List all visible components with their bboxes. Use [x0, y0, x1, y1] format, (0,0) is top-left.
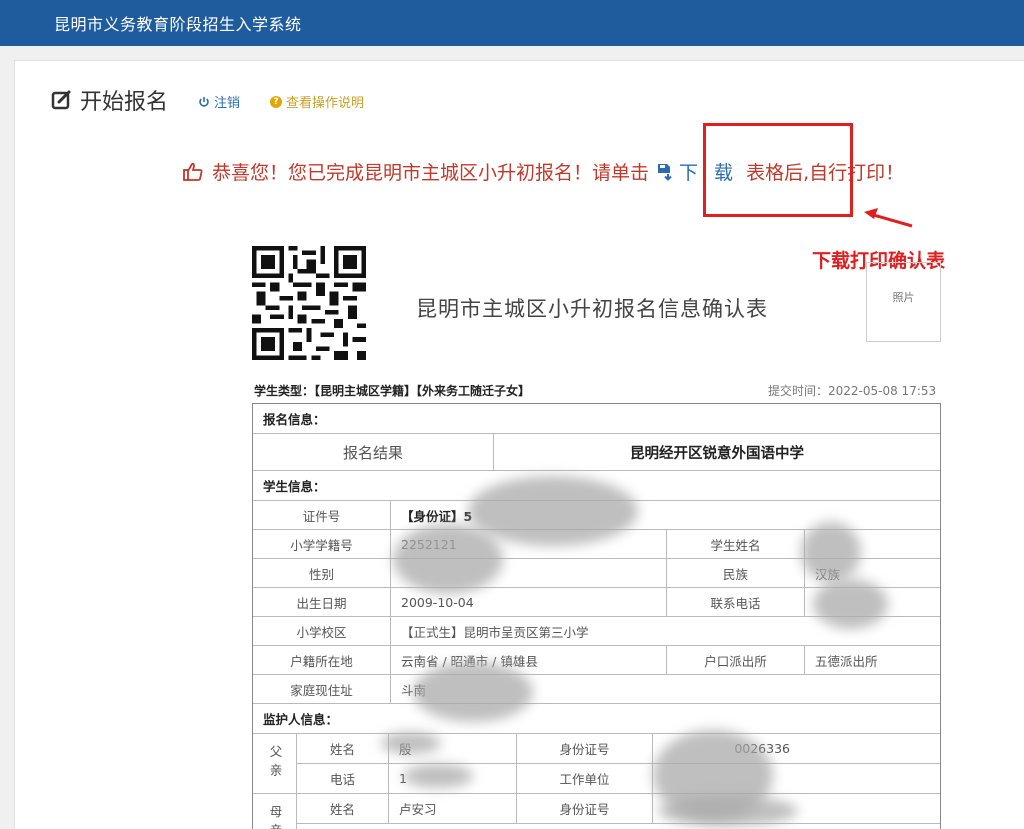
privacy-blur	[468, 476, 638, 546]
gender-label: 性别	[253, 559, 391, 588]
mother-name-label: 姓名	[297, 794, 389, 824]
app-title: 昆明市义务教育阶段招生入学系统	[54, 15, 302, 34]
page-title: 开始报名	[80, 90, 169, 115]
edit-icon	[51, 90, 71, 110]
highlight-box	[703, 123, 853, 217]
logout-link[interactable]: 注销	[198, 92, 240, 111]
help-label: 查看操作说明	[286, 96, 365, 111]
mother-name-value: 卢安习	[389, 794, 517, 824]
student-name-label: 学生姓名	[667, 530, 805, 559]
submit-time: 提交时间：2022-05-08 17:53	[768, 384, 937, 398]
page-header: 开始报名	[50, 84, 168, 116]
privacy-blur	[381, 732, 441, 754]
download-icon	[658, 163, 672, 181]
thumbs-up-icon	[183, 162, 203, 181]
privacy-blur	[658, 796, 798, 826]
police-value: 五德派出所	[805, 646, 940, 675]
privacy-blur	[403, 764, 473, 788]
confirmation-form: 报名信息： 报名结果 昆明经开区锐意外国语中学 学生信息： 证件号 【身份证】5…	[252, 403, 941, 829]
hukou-label: 户籍所在地	[253, 646, 391, 675]
father-label-text: 父亲	[267, 745, 283, 782]
privacy-blur	[413, 662, 533, 722]
arrow-annotation	[864, 208, 913, 228]
police-label: 户口派出所	[667, 646, 805, 675]
section-guardian: 监护人信息：	[253, 704, 940, 734]
school-no-label: 小学学籍号	[253, 530, 391, 559]
message-text-before: 恭喜您！您已完成昆明市主城区小升初报名！请单击	[212, 162, 650, 184]
ethnicity-label: 民族	[667, 559, 805, 588]
app-title-bar: 昆明市义务教育阶段招生入学系统	[0, 0, 1024, 46]
section-registration: 报名信息：	[253, 404, 940, 434]
result-value: 昆明经开区锐意外国语中学	[494, 434, 940, 471]
mother-id-label: 身份证号	[517, 794, 653, 824]
father-name-label: 姓名	[297, 734, 389, 764]
father-work-label: 工作单位	[517, 764, 653, 794]
result-label: 报名结果	[253, 434, 494, 471]
privacy-blur	[813, 579, 888, 629]
question-icon: ?	[270, 95, 282, 108]
id-label: 证件号	[253, 501, 391, 530]
father-label: 父亲	[253, 734, 297, 794]
address-label: 家庭现住址	[253, 675, 391, 704]
privacy-blur	[393, 524, 503, 594]
phone-label: 联系电话	[667, 588, 805, 617]
power-icon	[199, 96, 209, 107]
mother-label-text: 母亲	[267, 805, 283, 829]
privacy-blur	[801, 522, 861, 582]
mother-label: 母亲	[253, 794, 297, 829]
photo-placeholder: 照片	[866, 262, 941, 342]
student-type: 学生类型：【昆明主城区学籍】【外来务工随迁子女】	[254, 384, 531, 398]
birth-label: 出生日期	[253, 588, 391, 617]
help-link[interactable]: ? 查看操作说明	[270, 92, 364, 111]
qr-code	[252, 246, 366, 360]
form-title: 昆明市主城区小升初报名信息确认表	[416, 297, 768, 321]
father-phone-label: 电话	[297, 764, 389, 794]
father-id-label: 身份证号	[517, 734, 653, 764]
logout-label: 注销	[214, 96, 241, 111]
school-district-label: 小学校区	[253, 617, 391, 646]
